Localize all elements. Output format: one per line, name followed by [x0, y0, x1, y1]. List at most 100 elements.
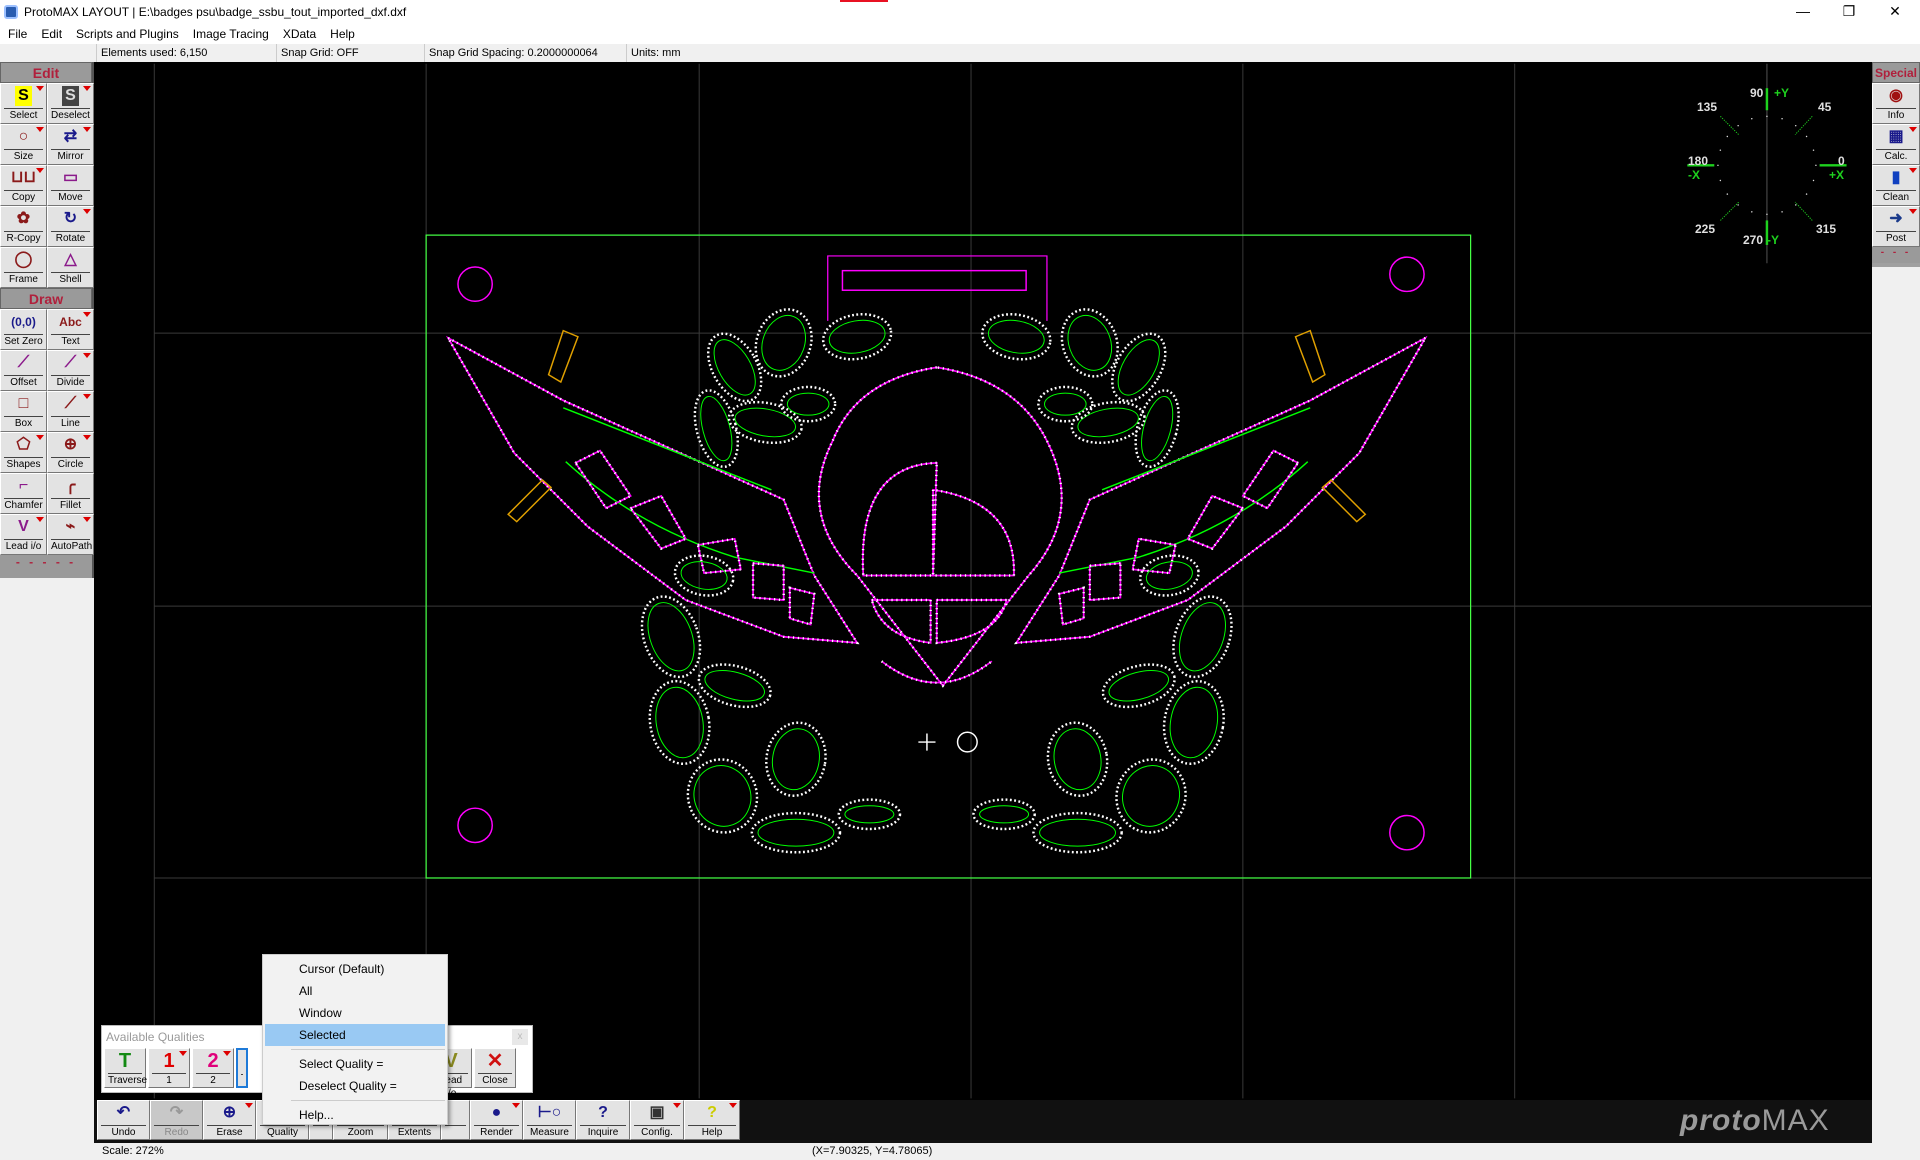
dropdown-arrow-icon[interactable]	[245, 1103, 253, 1108]
dropdown-arrow-icon[interactable]	[83, 127, 91, 132]
clean-button[interactable]: ▮ Clean	[1872, 165, 1920, 206]
quality-traverse-button[interactable]: T Traverse	[104, 1048, 147, 1088]
frame-button[interactable]: ◯ Frame	[0, 247, 47, 288]
compass-tick	[1794, 201, 1813, 221]
left-laurel-leaf	[821, 313, 893, 361]
config--button[interactable]: ▣ Config.	[630, 1100, 684, 1140]
dropdown-arrow-icon[interactable]	[83, 394, 91, 399]
button-label: Select	[4, 108, 43, 122]
dropdown-arrow-icon[interactable]	[36, 127, 44, 132]
select-button[interactable]: S Select	[0, 83, 47, 124]
right-laurel-leaf-inner	[987, 319, 1045, 354]
dropdown-arrow-icon[interactable]	[83, 209, 91, 214]
menu-item-all[interactable]: All	[265, 980, 445, 1002]
mirror-button[interactable]: ⇄ Mirror	[47, 124, 94, 165]
dropdown-arrow-icon[interactable]	[729, 1103, 737, 1108]
dropdown-arrow-icon[interactable]	[36, 168, 44, 173]
dropdown-arrow-icon[interactable]	[83, 435, 91, 440]
compass-dot	[1726, 193, 1729, 195]
menu-item-help[interactable]: Help...	[265, 1104, 445, 1126]
dropdown-arrow-icon[interactable]	[83, 517, 91, 522]
dropdown-arrow-icon[interactable]	[36, 435, 44, 440]
redo-icon: ↷	[169, 1104, 184, 1121]
undo-icon: ↶	[116, 1104, 131, 1121]
menu-item-window[interactable]: Window	[265, 1002, 445, 1024]
material-border	[425, 234, 1472, 879]
inquire-button[interactable]: ? Inquire	[576, 1100, 630, 1140]
compass-dot	[1812, 149, 1815, 151]
dropdown-arrow-icon[interactable]	[179, 1051, 187, 1056]
box-button[interactable]: □ Box	[0, 391, 47, 432]
chamfer-button[interactable]: ⌐ Chamfer	[0, 473, 47, 514]
shell-button[interactable]: △ Shell	[47, 247, 94, 288]
dropdown-arrow-icon[interactable]	[83, 86, 91, 91]
compass-dot	[1719, 179, 1722, 182]
right-wing-inner	[1059, 407, 1311, 574]
compass-dot	[1781, 211, 1783, 213]
dropdown-arrow-icon[interactable]	[223, 1051, 231, 1056]
quality-hidden-button[interactable]	[236, 1048, 248, 1088]
right-toolbar-more[interactable]: - - -	[1872, 247, 1920, 263]
menu-separator	[291, 1100, 445, 1101]
r-copy-button[interactable]: ✿ R-Copy	[0, 206, 47, 247]
compass-dot	[1737, 124, 1739, 127]
button-label: Set Zero	[4, 334, 43, 347]
dropdown-arrow-icon[interactable]	[512, 1103, 520, 1108]
dropdown-arrow-icon[interactable]	[673, 1103, 681, 1108]
button-label: Render	[474, 1125, 519, 1139]
shapes-button[interactable]: ⬠ Shapes	[0, 432, 47, 473]
circle-button[interactable]: ⊕ Circle	[47, 432, 94, 473]
divide-button[interactable]: ⟋ Divide	[47, 350, 94, 391]
dropdown-arrow-icon[interactable]	[1909, 127, 1917, 132]
quality-2-button[interactable]: 22	[192, 1048, 234, 1088]
line-button[interactable]: ⟋ Line	[47, 391, 94, 432]
offset-button[interactable]: ⟋ Offset	[0, 350, 47, 391]
info-button[interactable]: ◉ Info	[1872, 83, 1920, 124]
compass-180: 180	[1688, 154, 1709, 168]
menu-item-select-quality[interactable]: Select Quality =	[265, 1053, 445, 1075]
compass-dot	[1805, 135, 1808, 138]
erase-button[interactable]: ⊕ Erase	[203, 1100, 256, 1140]
left-laurel-leaf	[727, 400, 803, 445]
help-button[interactable]: ? Help	[684, 1100, 740, 1140]
lead-i-o-button[interactable]: V Lead i/o	[0, 514, 47, 555]
left-laurel-leaf-inner	[680, 561, 728, 590]
quality-1-button[interactable]: 11	[148, 1048, 190, 1088]
rotate-button[interactable]: ↻ Rotate	[47, 206, 94, 247]
right-laurel-leaf	[1172, 595, 1233, 679]
text-button[interactable]: Abc Text	[47, 309, 94, 350]
fillet-button[interactable]: ╭ Fillet	[47, 473, 94, 514]
undo-button[interactable]: ↶ Undo	[97, 1100, 150, 1140]
dropdown-arrow-icon[interactable]	[83, 353, 91, 358]
dialog-close-button[interactable]: x	[512, 1029, 528, 1045]
redo-button[interactable]: ↷ Redo	[150, 1100, 203, 1140]
toolbar-more[interactable]: - - - - -	[0, 555, 92, 578]
origin-cross-icon	[918, 733, 936, 751]
dropdown-arrow-icon[interactable]	[36, 517, 44, 522]
inquire-icon: ?	[598, 1104, 608, 1121]
dropdown-arrow-icon[interactable]	[1909, 168, 1917, 173]
menu-item-deselect-quality[interactable]: Deselect Quality =	[265, 1075, 445, 1097]
set-zero-button[interactable]: (0,0) Set Zero	[0, 309, 47, 350]
button-label: Chamfer	[4, 498, 43, 511]
quality-close-button[interactable]: ✕ Close	[474, 1048, 516, 1088]
post-button[interactable]: ➜ Post	[1872, 206, 1920, 247]
dropdown-arrow-icon[interactable]	[1909, 209, 1917, 214]
left-laurel-leaf	[837, 798, 902, 831]
deselect-button[interactable]: S Deselect	[47, 83, 94, 124]
autopath-button[interactable]: ⌁ AutoPath	[47, 514, 94, 555]
button-label: Text	[51, 334, 90, 348]
move-button[interactable]: ▭ Move	[47, 165, 94, 206]
menu-item-cursor-default[interactable]: Cursor (Default)	[265, 958, 445, 980]
measure-button[interactable]: ⊢○ Measure	[523, 1100, 576, 1140]
copy-button[interactable]: ⊔⊔ Copy	[0, 165, 47, 206]
dropdown-arrow-icon[interactable]	[83, 312, 91, 317]
frame-icon: ◯	[14, 251, 33, 268]
dropdown-arrow-icon[interactable]	[36, 86, 44, 91]
size-button[interactable]: ○ Size	[0, 124, 47, 165]
render-button[interactable]: ● Render	[470, 1100, 523, 1140]
button-label: Frame	[4, 272, 43, 286]
shield-right-quarter-nodes	[931, 488, 1016, 577]
calc--button[interactable]: ▦ Calc.	[1872, 124, 1920, 165]
menu-item-selected[interactable]: Selected	[265, 1024, 445, 1046]
